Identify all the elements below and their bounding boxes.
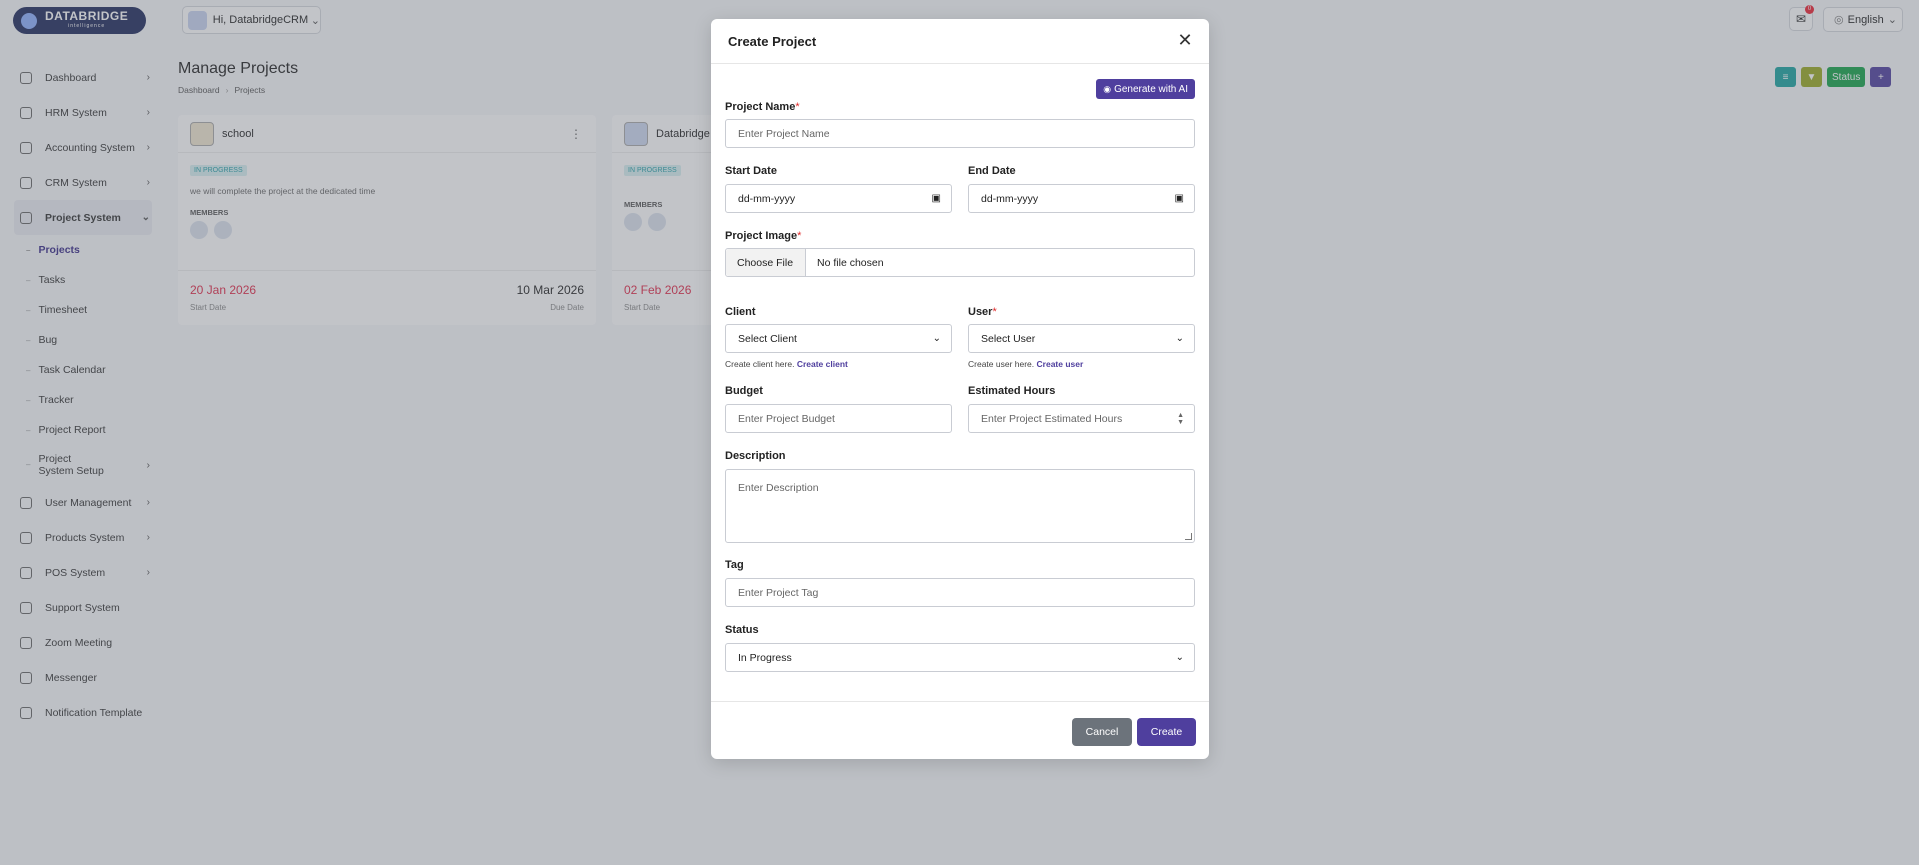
user-select[interactable]: Select User ⌄ [968, 324, 1195, 353]
calendar-icon[interactable]: ▣ [932, 193, 941, 204]
client-select[interactable]: Select Client ⌄ [725, 324, 952, 353]
generate-with-ai-button[interactable]: ◉ Generate with AI [1096, 79, 1195, 99]
user-label: User* [968, 306, 997, 318]
chevron-down-icon: ⌄ [1175, 652, 1184, 663]
cancel-button[interactable]: Cancel [1072, 718, 1132, 746]
start-date-input[interactable]: dd-mm-yyyy ▣ [725, 184, 952, 213]
end-date-input[interactable]: dd-mm-yyyy ▣ [968, 184, 1195, 213]
file-status: No file chosen [817, 256, 884, 269]
create-client-link[interactable]: Create client [797, 359, 848, 369]
estimated-hours-input[interactable]: Enter Project Estimated Hours ▲ ▼ [968, 404, 1195, 433]
budget-input[interactable]: Enter Project Budget [725, 404, 952, 433]
robot-icon: ◉ [1103, 83, 1112, 94]
start-date-label: Start Date [725, 165, 777, 177]
description-textarea[interactable]: Enter Description [725, 469, 1195, 543]
project-image-file-input[interactable]: Choose File No file chosen [725, 248, 1195, 277]
status-select[interactable]: In Progress ⌄ [725, 643, 1195, 672]
chevron-down-icon: ⌄ [1175, 333, 1184, 344]
status-label: Status [725, 624, 759, 636]
user-help-text: Create user here. Create user [968, 359, 1084, 369]
create-button[interactable]: Create [1137, 718, 1196, 746]
description-label: Description [725, 450, 786, 462]
chevron-down-icon: ⌄ [932, 333, 941, 344]
client-label: Client [725, 306, 756, 318]
budget-label: Budget [725, 385, 763, 397]
choose-file-button[interactable]: Choose File [726, 249, 807, 276]
number-stepper-icon[interactable]: ▲ ▼ [1177, 412, 1184, 426]
project-name-input[interactable]: Enter Project Name [725, 119, 1195, 148]
tag-label: Tag [725, 559, 744, 571]
project-image-label: Project Image* [725, 230, 802, 242]
create-project-modal: Create Project ✕ ◉ Generate with AI Proje… [711, 19, 1209, 759]
calendar-icon[interactable]: ▣ [1175, 193, 1184, 204]
client-help-text: Create client here. Create client [725, 359, 848, 369]
close-icon[interactable]: ✕ [1175, 30, 1195, 50]
modal-footer: Cancel Create [711, 701, 1209, 759]
create-user-link[interactable]: Create user [1037, 359, 1084, 369]
end-date-label: End Date [968, 165, 1016, 177]
resize-handle-icon[interactable] [1185, 533, 1192, 540]
tag-input[interactable]: Enter Project Tag [725, 578, 1195, 607]
project-name-label: Project Name* [725, 101, 800, 113]
estimated-hours-label: Estimated Hours [968, 385, 1056, 397]
modal-title: Create Project [728, 33, 817, 49]
